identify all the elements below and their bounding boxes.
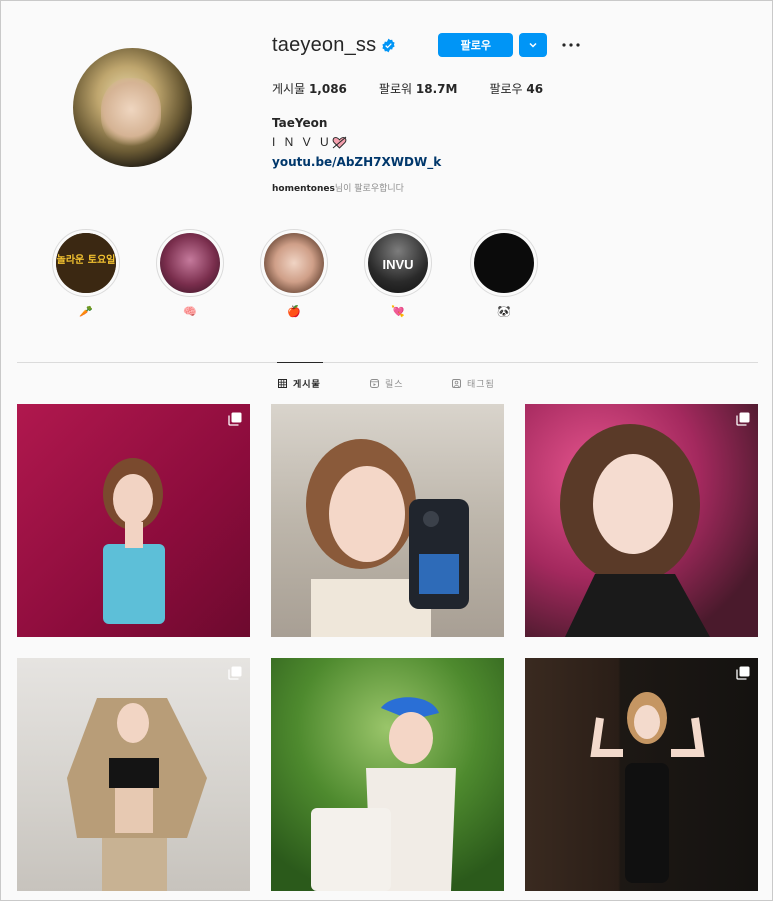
grid-icon — [278, 379, 287, 388]
highlight-2[interactable]: 🧠 — [156, 229, 224, 319]
highlight-cover: INVU — [368, 233, 428, 293]
followed-by[interactable]: homentones님이 팔로우합니다 — [272, 181, 404, 194]
avatar-face — [101, 78, 161, 148]
profile-stats: 게시물 1,086 팔로워 18.7M 팔로우 46 — [272, 80, 575, 97]
highlight-4[interactable]: INVU 💘 — [364, 229, 432, 319]
profile-tabs: 게시물 릴스 태그됨 — [1, 377, 773, 393]
highlight-label: 🍎 — [287, 306, 301, 318]
highlight-ring: INVU — [364, 229, 432, 297]
reels-icon — [370, 379, 379, 388]
story-highlights: 놀라운 토요일 🥕 🧠 🍎 INVU 💘 🐼 — [1, 229, 773, 329]
highlight-ring — [470, 229, 538, 297]
post-image — [311, 697, 456, 891]
stat-posts: 게시물 1,086 — [272, 82, 347, 96]
highlight-5[interactable]: 🐼 — [470, 229, 538, 319]
highlight-label: 💘 — [391, 306, 405, 318]
username: taeyeon_ss — [272, 33, 377, 56]
highlight-label: 🐼 — [497, 306, 511, 318]
post-image — [560, 424, 710, 637]
highlight-cover: 놀라운 토요일 — [56, 233, 116, 293]
stat-following[interactable]: 팔로우 46 — [489, 80, 543, 97]
profile-link[interactable]: youtu.be/AbZH7XWDW_k — [272, 155, 441, 169]
suggested-dropdown-button[interactable] — [519, 33, 548, 57]
highlight-ring: 놀라운 토요일 — [52, 229, 120, 297]
multiple-photos-icon — [736, 666, 750, 680]
highlight-cover-text: 놀라운 토요일 — [57, 253, 116, 266]
highlight-cover — [474, 233, 534, 293]
post-thumbnail[interactable] — [525, 404, 758, 637]
post-thumbnail[interactable] — [17, 404, 250, 637]
post-image — [103, 458, 165, 624]
post-thumbnail[interactable] — [271, 404, 504, 637]
multiple-photos-icon — [736, 412, 750, 426]
profile-avatar[interactable] — [73, 48, 192, 167]
highlight-3[interactable]: 🍎 — [260, 229, 328, 319]
stat-followers[interactable]: 팔로워 18.7M — [379, 80, 458, 97]
highlight-cover — [160, 233, 220, 293]
highlight-ring — [260, 229, 328, 297]
active-tab-indicator — [277, 362, 323, 363]
post-thumbnail[interactable] — [525, 658, 758, 891]
more-options-button[interactable] — [561, 33, 581, 57]
ellipsis-icon — [562, 43, 580, 47]
profile-tagline: I N V U — [272, 135, 441, 149]
tagged-icon — [452, 379, 461, 388]
verified-badge-icon — [382, 38, 395, 52]
highlight-cover — [264, 233, 324, 293]
tab-tagged[interactable]: 태그됨 — [452, 377, 495, 390]
tab-posts[interactable]: 게시물 — [278, 377, 321, 390]
post-thumbnail[interactable] — [17, 658, 250, 891]
profile-bio: TaeYeon I N V U youtu.be/AbZH7XWDW_k — [272, 116, 441, 169]
multiple-photos-icon — [228, 412, 242, 426]
chevron-down-icon — [529, 42, 537, 48]
post-image — [306, 439, 469, 637]
highlight-1[interactable]: 놀라운 토요일 🥕 — [52, 229, 120, 319]
highlight-label: 🥕 — [79, 306, 93, 318]
tab-reels[interactable]: 릴스 — [370, 377, 404, 390]
tabs-divider — [17, 362, 758, 363]
highlight-label: 🧠 — [183, 306, 197, 318]
highlight-cover-art: INVU — [382, 257, 413, 272]
highlight-ring — [156, 229, 224, 297]
highlight-cover-art: 놀라운 토요일 — [56, 233, 116, 293]
multiple-photos-icon — [228, 666, 242, 680]
follow-button[interactable]: 팔로우 — [438, 33, 514, 57]
profile-header: taeyeon_ss 팔로우 게시물 1,086 팔로워 18.7M 팔로우 4… — [1, 1, 773, 211]
heart-arrow-icon — [332, 136, 347, 149]
highlight-cover-text: INVU — [382, 257, 413, 272]
profile-full-name: TaeYeon — [272, 116, 328, 130]
username-row: taeyeon_ss 팔로우 — [272, 31, 581, 59]
post-image — [67, 698, 207, 891]
post-thumbnail[interactable] — [271, 658, 504, 891]
post-image — [590, 692, 705, 883]
